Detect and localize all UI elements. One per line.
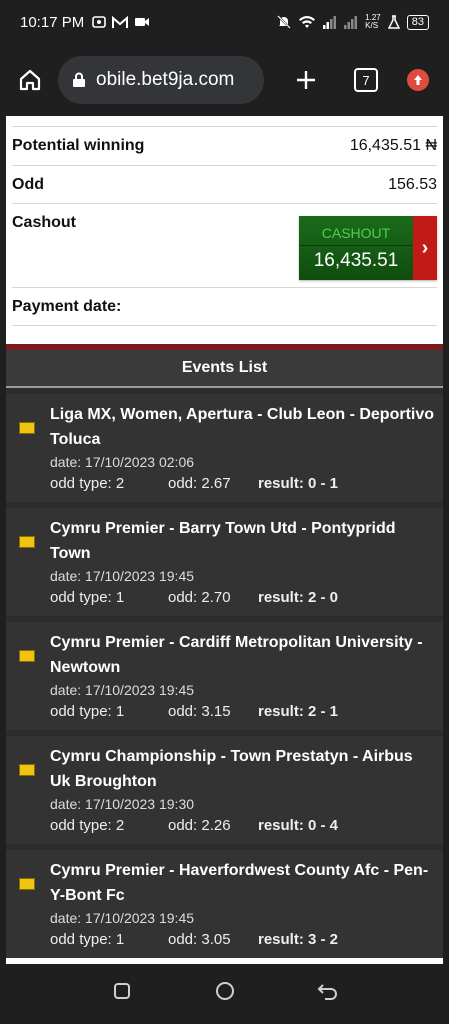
event-title: Cymru Premier - Cardiff Metropolitan Uni… bbox=[50, 634, 423, 676]
page-content: Potential winning 16,435.51 ₦ Odd 156.53… bbox=[6, 116, 443, 964]
tab-switcher-button[interactable]: 7 bbox=[342, 56, 390, 104]
recents-icon bbox=[113, 983, 130, 999]
event-item: Cymru Premier - Barry Town Utd - Pontypr… bbox=[6, 508, 443, 616]
event-title: Liga MX, Women, Apertura - Club Leon - D… bbox=[50, 406, 435, 448]
plus-icon bbox=[297, 71, 315, 89]
flask-icon bbox=[387, 15, 400, 29]
chevron-right-icon: › bbox=[413, 216, 437, 280]
flag-icon bbox=[19, 536, 35, 548]
bet-details: Potential winning 16,435.51 ₦ Odd 156.53… bbox=[6, 126, 443, 326]
event-result: result: 3 - 2 bbox=[258, 931, 339, 948]
home-button[interactable] bbox=[6, 56, 54, 104]
event-meta: odd type: 1 odd: 3.15 result: 2 - 1 bbox=[50, 703, 437, 720]
payment-date-row: Payment date: bbox=[12, 288, 437, 326]
event-item: Cymru Championship - Town Prestatyn - Ai… bbox=[6, 736, 443, 844]
status-right-icons: 1.27 K/S 83 bbox=[277, 14, 429, 30]
battery-indicator: 83 bbox=[406, 14, 429, 30]
status-bar: 10:17 PM 1.27 K/S 83 bbox=[0, 0, 449, 44]
image-notification-icon bbox=[92, 16, 107, 28]
event-date: date: 17/10/2023 19:45 bbox=[50, 682, 195, 698]
flag-icon bbox=[19, 650, 35, 662]
browser-toolbar: obile.bet9ja.com 7 bbox=[0, 44, 449, 116]
home-circle-icon bbox=[215, 982, 234, 1000]
event-result: result: 0 - 4 bbox=[258, 817, 339, 834]
status-time: 10:17 PM bbox=[20, 13, 85, 31]
event-odd: odd: 2.67 bbox=[168, 475, 231, 492]
flag-icon bbox=[19, 764, 35, 776]
event-result: result: 2 - 1 bbox=[258, 703, 339, 720]
payment-date-label: Payment date: bbox=[12, 297, 122, 315]
update-icon bbox=[407, 69, 429, 91]
cashout-button-value: 16,435.51 bbox=[313, 249, 399, 271]
net-speed-unit: K/S bbox=[365, 21, 379, 30]
nav-home-button[interactable] bbox=[205, 980, 245, 1008]
event-odd-type: odd type: 1 bbox=[50, 589, 125, 606]
events-list-header: Events List bbox=[6, 350, 443, 388]
event-date: date: 17/10/2023 19:45 bbox=[50, 568, 195, 584]
mute-icon bbox=[277, 15, 291, 29]
event-title: Cymru Championship - Town Prestatyn - Ai… bbox=[50, 748, 413, 790]
gmail-icon bbox=[112, 15, 129, 28]
flag-icon bbox=[19, 878, 35, 890]
cashout-body: CASHOUT 16,435.51 bbox=[299, 216, 413, 280]
home-icon bbox=[19, 69, 41, 91]
event-title: Cymru Premier - Barry Town Utd - Pontypr… bbox=[50, 520, 396, 562]
event-item: Cymru Premier - Haverfordwest County Afc… bbox=[6, 850, 443, 958]
event-odd: odd: 2.26 bbox=[168, 817, 231, 834]
event-meta: odd type: 2 odd: 2.26 result: 0 - 4 bbox=[50, 817, 437, 834]
system-nav-bar bbox=[0, 964, 449, 1024]
update-button[interactable] bbox=[394, 56, 442, 104]
wifi-icon bbox=[299, 16, 316, 28]
signal-icon bbox=[323, 15, 337, 29]
signal-icon-2 bbox=[344, 15, 358, 29]
flag-icon bbox=[19, 422, 35, 434]
odd-value: 156.53 bbox=[388, 175, 437, 193]
new-tab-button[interactable] bbox=[282, 56, 330, 104]
event-date: date: 17/10/2023 19:45 bbox=[50, 910, 195, 926]
lock-icon bbox=[73, 72, 85, 87]
back-icon bbox=[317, 984, 337, 1000]
event-meta: odd type: 1 odd: 3.05 result: 3 - 2 bbox=[50, 931, 437, 948]
event-odd: odd: 3.15 bbox=[168, 703, 231, 720]
cashout-button-title: CASHOUT bbox=[299, 225, 413, 246]
event-odd: odd: 3.05 bbox=[168, 931, 231, 948]
cashout-button[interactable]: CASHOUT 16,435.51 › bbox=[299, 216, 437, 280]
event-meta: odd type: 2 odd: 2.67 result: 0 - 1 bbox=[50, 475, 437, 492]
odd-row: Odd 156.53 bbox=[12, 166, 437, 204]
tab-count: 7 bbox=[354, 68, 378, 92]
net-speed: 1.27 K/S bbox=[365, 14, 381, 30]
event-odd-type: odd type: 1 bbox=[50, 703, 125, 720]
event-date: date: 17/10/2023 19:30 bbox=[50, 796, 195, 812]
event-item: Liga MX, Women, Apertura - Club Leon - D… bbox=[6, 394, 443, 502]
url-bar[interactable]: obile.bet9ja.com bbox=[58, 56, 264, 104]
potential-winning-row: Potential winning 16,435.51 ₦ bbox=[12, 126, 437, 166]
potential-winning-value: 16,435.51 ₦ bbox=[349, 137, 437, 154]
event-meta: odd type: 1 odd: 2.70 result: 2 - 0 bbox=[50, 589, 437, 606]
back-button[interactable] bbox=[308, 981, 348, 1007]
event-item: Cymru Premier - Cardiff Metropolitan Uni… bbox=[6, 622, 443, 730]
event-result: result: 2 - 0 bbox=[258, 589, 339, 606]
url-text: obile.bet9ja.com bbox=[96, 69, 235, 90]
recents-button[interactable] bbox=[102, 981, 142, 1007]
event-odd: odd: 2.70 bbox=[168, 589, 231, 606]
odd-label: Odd bbox=[12, 175, 44, 193]
cashout-row: Cashout CASHOUT 16,435.51 › bbox=[12, 204, 437, 288]
event-odd-type: odd type: 1 bbox=[50, 931, 125, 948]
potential-winning-label: Potential winning bbox=[12, 137, 145, 154]
video-icon bbox=[135, 18, 150, 26]
event-title: Cymru Premier - Haverfordwest County Afc… bbox=[50, 862, 429, 904]
event-result: result: 0 - 1 bbox=[258, 475, 339, 492]
event-odd-type: odd type: 2 bbox=[50, 475, 125, 492]
event-odd-type: odd type: 2 bbox=[50, 817, 125, 834]
event-date: date: 17/10/2023 02:06 bbox=[50, 454, 195, 470]
status-notification-icons bbox=[92, 15, 150, 29]
events-list: Events List Liga MX, Women, Apertura - C… bbox=[6, 344, 443, 958]
cashout-label: Cashout bbox=[12, 214, 76, 231]
